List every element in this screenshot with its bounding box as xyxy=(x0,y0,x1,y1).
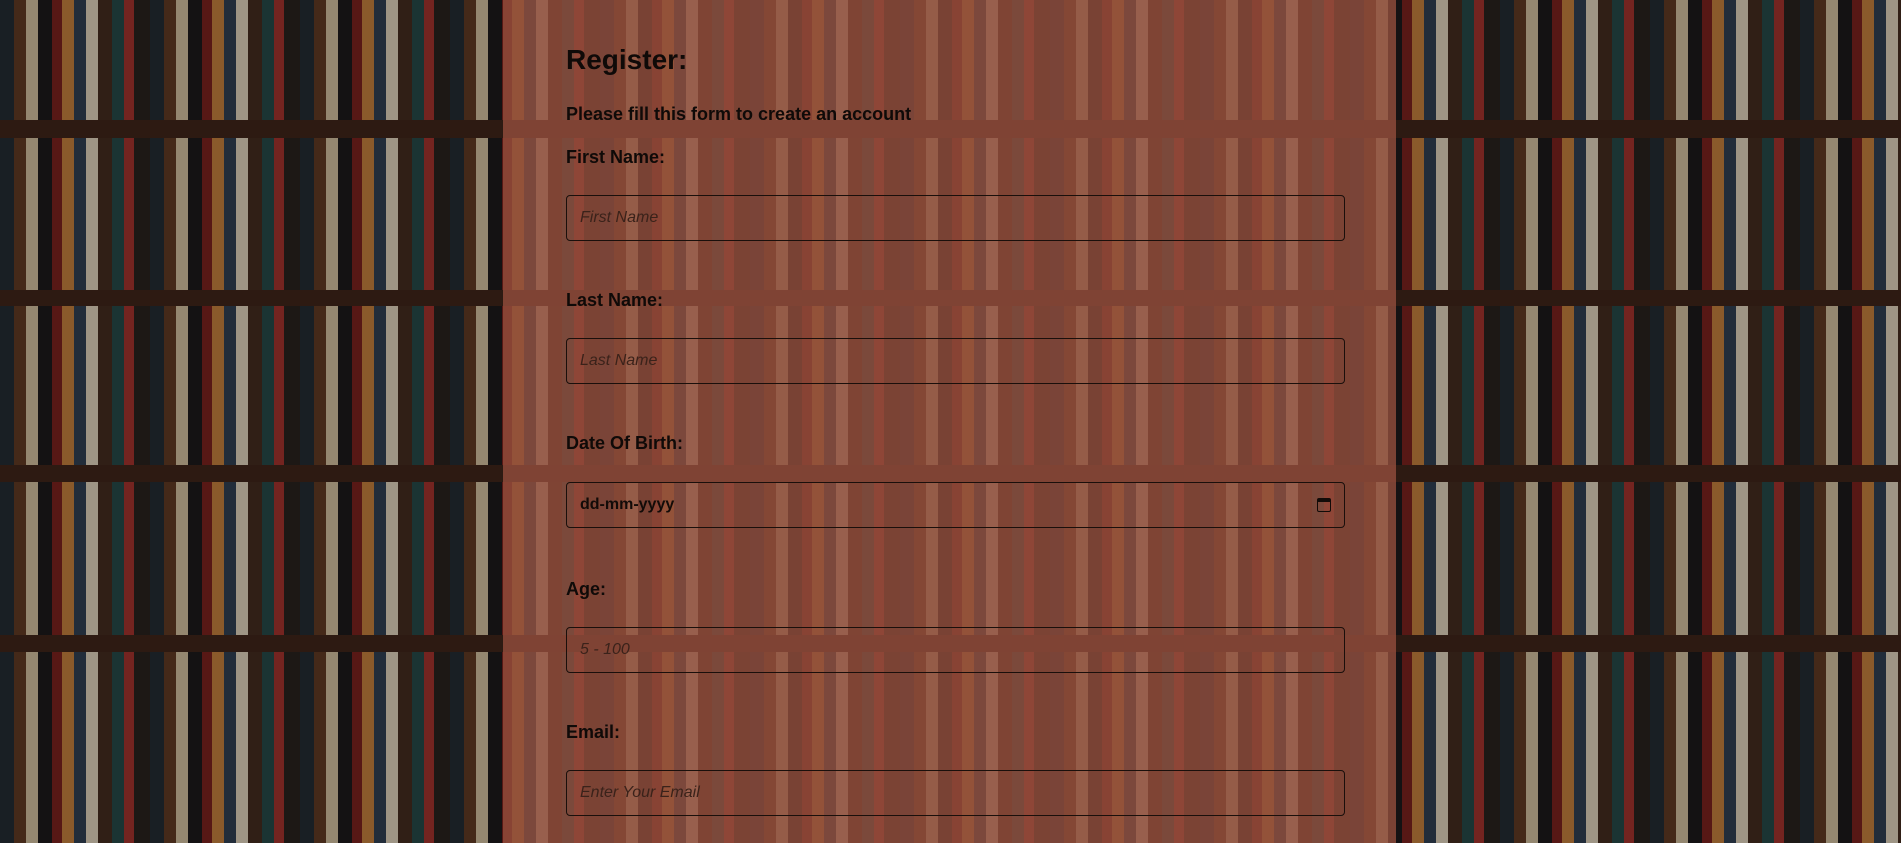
first-name-label: First Name: xyxy=(566,147,666,167)
last-name-input[interactable]: Last Name xyxy=(566,338,1345,384)
first-name-placeholder: First Name xyxy=(580,209,659,226)
register-form-panel: Register: Please fill this form to creat… xyxy=(503,0,1396,843)
form-title: Register: xyxy=(566,44,688,75)
email-placeholder: Enter Your Email xyxy=(580,784,700,801)
age-label: Age: xyxy=(566,579,606,599)
first-name-input[interactable]: First Name xyxy=(566,195,1345,241)
age-placeholder: 5 - 100 xyxy=(580,641,630,658)
last-name-label: Last Name: xyxy=(566,290,664,310)
email-input[interactable]: Enter Your Email xyxy=(566,770,1345,816)
date-of-birth-placeholder: dd-mm-yyyy xyxy=(580,496,675,513)
date-of-birth-label: Date Of Birth: xyxy=(566,433,683,453)
calendar-icon[interactable] xyxy=(1317,498,1331,512)
email-label: Email: xyxy=(566,722,621,742)
date-of-birth-input[interactable]: dd-mm-yyyy xyxy=(566,482,1345,528)
age-input[interactable]: 5 - 100 xyxy=(566,627,1345,673)
form-subtitle: Please fill this form to create an accou… xyxy=(566,104,912,124)
last-name-placeholder: Last Name xyxy=(580,352,658,369)
